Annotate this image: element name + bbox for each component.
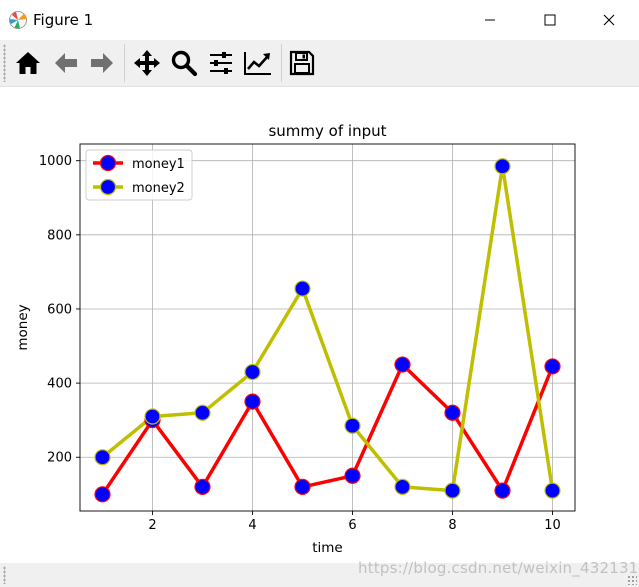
legend-marker-money2 <box>99 178 117 196</box>
legend-marker-money1 <box>99 154 117 172</box>
maximize-button[interactable] <box>527 0 573 40</box>
y-tick-label: 800 <box>47 228 72 243</box>
line-chart: 2 4 6 8 10 200 400 600 800 1000 summy of input time… <box>15 122 576 556</box>
zoom-icon <box>171 50 198 77</box>
close-button[interactable] <box>586 0 632 40</box>
data-point-money1 <box>444 404 461 421</box>
zoom-button[interactable] <box>169 48 199 78</box>
data-point-money2 <box>144 408 161 425</box>
window-title: Figure 1 <box>33 11 94 29</box>
toolbar-grip[interactable] <box>3 44 6 82</box>
data-point-money1 <box>494 482 511 499</box>
data-point-money1 <box>94 486 111 503</box>
y-tick-label: 1000 <box>39 154 72 169</box>
x-tick-label: 8 <box>448 518 456 533</box>
data-point-money1 <box>244 393 261 410</box>
statusbar-grip <box>3 566 6 584</box>
maximize-icon <box>544 14 556 26</box>
pan-icon <box>134 50 160 76</box>
data-point-money2 <box>94 449 111 466</box>
close-icon <box>603 14 615 26</box>
back-button[interactable] <box>51 48 81 78</box>
legend-label-money1: money1 <box>132 157 185 172</box>
edit-axis-icon <box>244 52 271 75</box>
x-tick-label: 2 <box>148 518 156 533</box>
matplotlib-icon <box>9 11 27 29</box>
data-point-money2 <box>494 158 511 175</box>
chart-title: summy of input <box>268 122 386 140</box>
data-point-money2 <box>394 478 411 496</box>
data-point-money2 <box>244 363 261 381</box>
back-arrow-icon <box>55 53 77 73</box>
x-tick-label: 4 <box>248 518 256 533</box>
forward-arrow-icon <box>91 53 113 73</box>
data-point-money2 <box>194 404 211 421</box>
minimize-icon <box>485 19 495 21</box>
data-point-money2 <box>444 482 461 499</box>
subplots-button[interactable] <box>206 48 236 78</box>
data-point-money1 <box>194 478 211 496</box>
x-axis-label: time <box>312 540 343 556</box>
forward-button[interactable] <box>87 48 117 78</box>
data-point-money1 <box>344 467 361 484</box>
save-icon <box>289 50 315 76</box>
series-line-money1 <box>101 362 555 496</box>
toolbar-separator <box>124 44 125 82</box>
y-axis-label: money <box>15 304 31 350</box>
navigation-toolbar <box>0 40 639 87</box>
figure-canvas[interactable]: 2 4 6 8 10 200 400 600 800 1000 summy of input time… <box>0 87 639 563</box>
legend-label-money2: money2 <box>132 181 185 196</box>
pan-button[interactable] <box>132 48 162 78</box>
toolbar-separator <box>281 44 282 82</box>
y-tick-label: 600 <box>47 302 72 317</box>
subplots-icon <box>210 52 232 74</box>
home-icon <box>16 52 40 74</box>
data-point-money2 <box>294 280 311 297</box>
y-tick-label: 200 <box>47 451 72 466</box>
save-button[interactable] <box>287 48 317 78</box>
data-point-money2 <box>544 482 561 499</box>
y-tick-label: 400 <box>47 377 72 392</box>
watermark: https://blog.csdn.net/weixin_43213117 <box>358 559 639 577</box>
edit-axis-button[interactable] <box>243 48 273 78</box>
title-bar: Figure 1 <box>0 0 639 40</box>
minimize-button[interactable] <box>467 0 513 40</box>
data-point-money1 <box>294 478 311 496</box>
data-point-money1 <box>544 358 561 375</box>
x-tick-label: 10 <box>544 518 561 533</box>
home-button[interactable] <box>13 48 43 78</box>
data-point-money1 <box>394 356 411 373</box>
x-tick-label: 6 <box>348 518 356 533</box>
data-point-money2 <box>344 417 361 434</box>
